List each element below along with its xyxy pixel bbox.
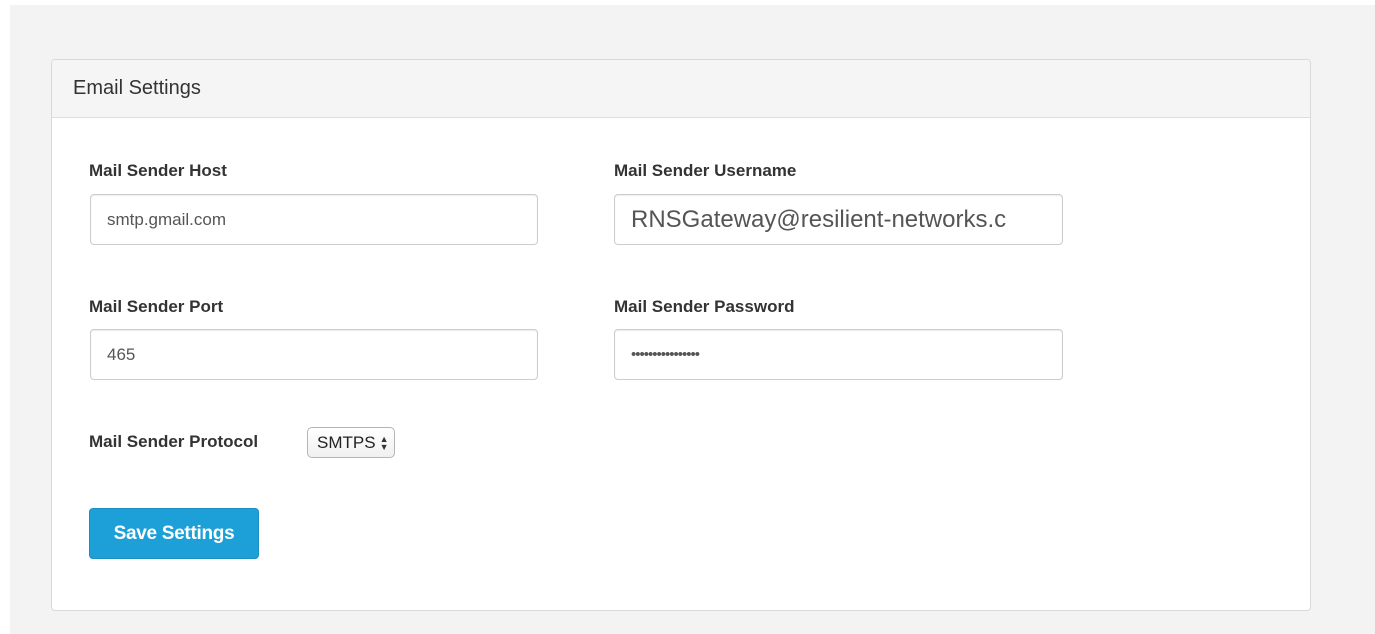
host-input[interactable] [90,194,538,245]
host-label: Mail Sender Host [89,161,227,180]
protocol-label: Mail Sender Protocol [89,432,259,451]
email-settings-panel: Email Settings Mail Sender Host Mail Sen… [51,59,1311,611]
panel-title: Email Settings [73,77,201,99]
save-settings-button[interactable]: Save Settings [89,508,259,559]
username-label: Mail Sender Username [614,161,797,180]
password-input[interactable] [614,329,1063,380]
select-arrows-icon: ▲ ▼ [379,433,389,452]
password-label: Mail Sender Password [614,297,795,316]
username-input[interactable] [614,194,1063,245]
protocol-selected-value: SMTPS [317,432,376,452]
port-label: Mail Sender Port [89,297,224,316]
panel-heading: Email Settings [52,60,1310,118]
protocol-select[interactable]: SMTPS ▲ ▼ [307,427,396,458]
port-input[interactable] [90,329,538,380]
